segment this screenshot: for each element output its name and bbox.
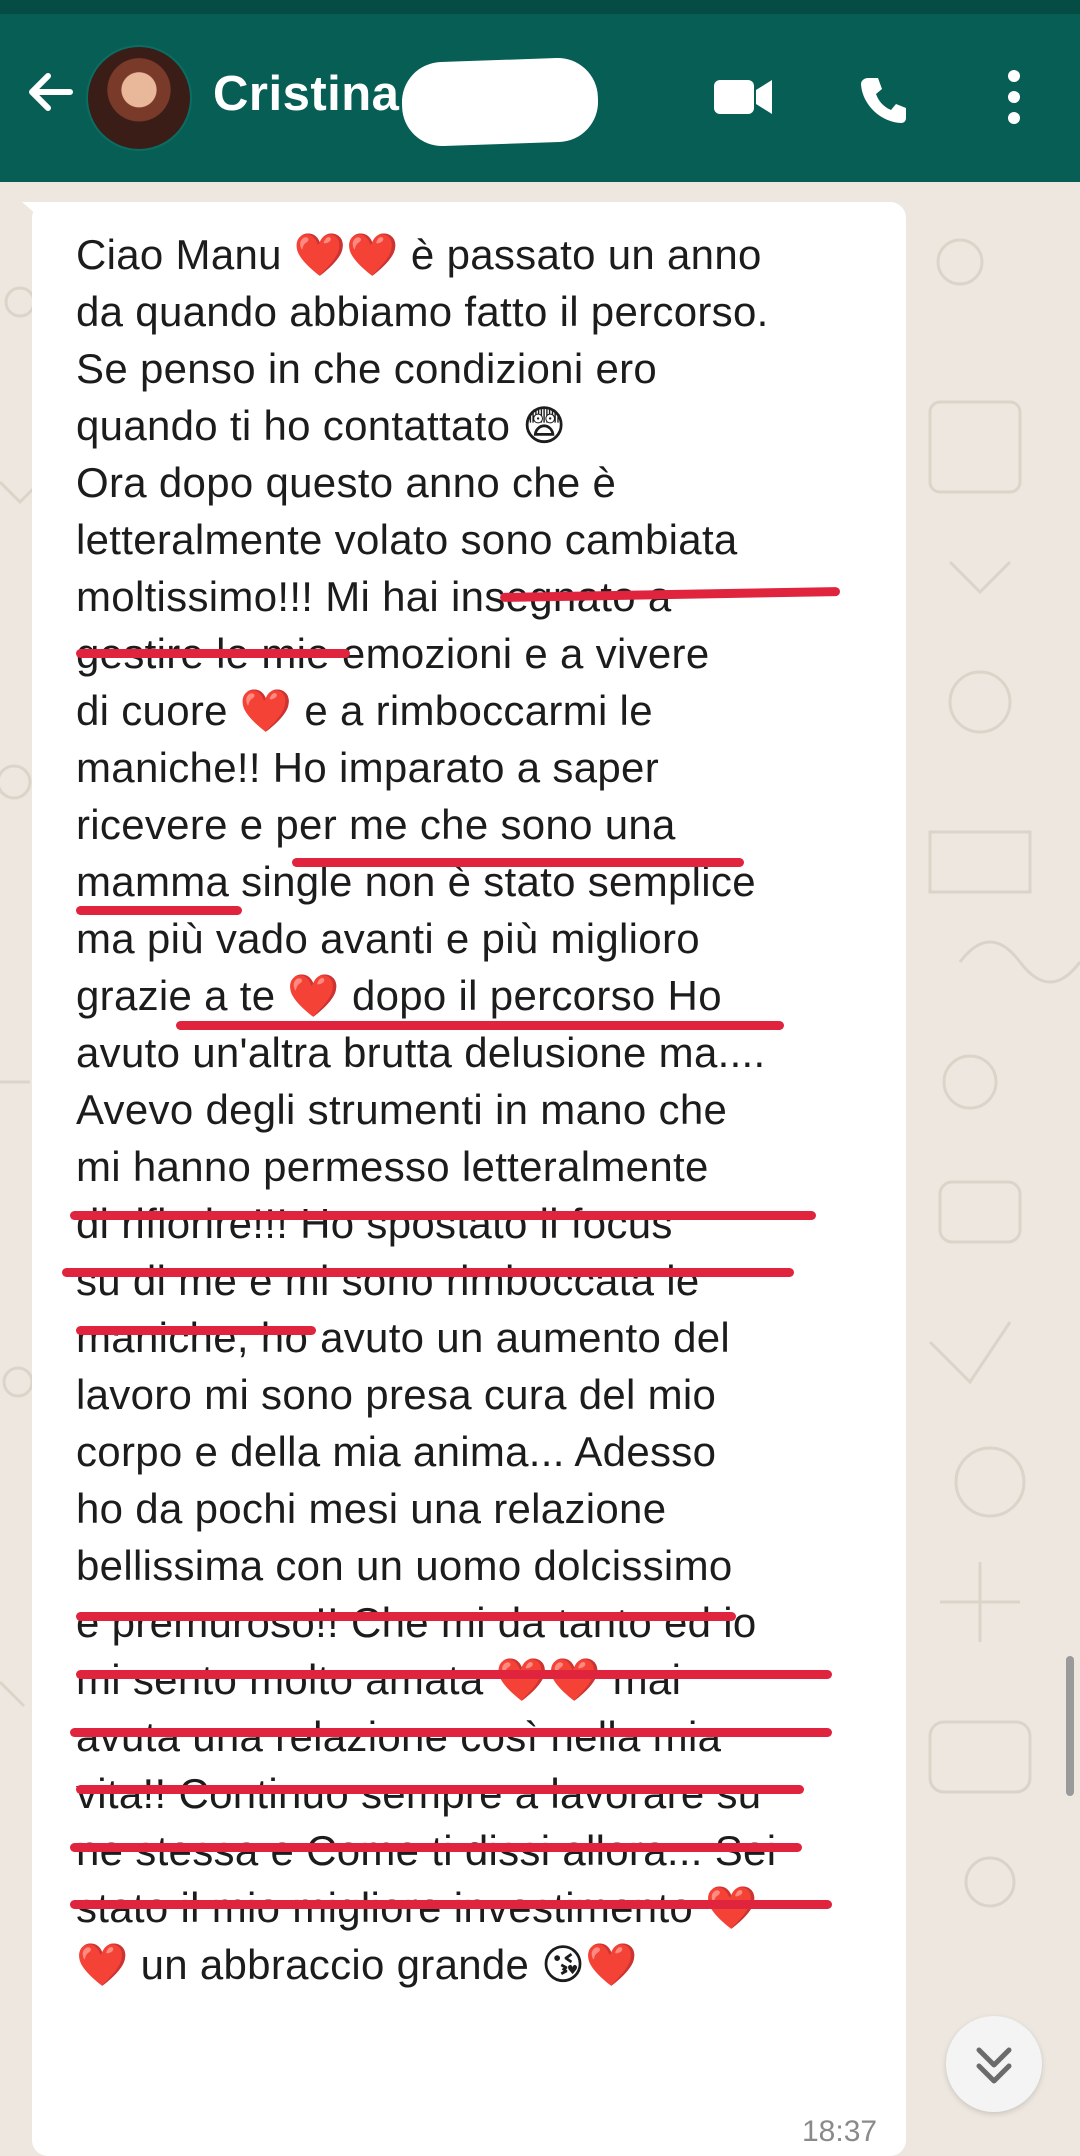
message-line: grazie a te ❤️ dopo il percorso Ho	[76, 972, 722, 1019]
message-line: letteralmente volato sono cambiata	[76, 516, 738, 563]
back-arrow-icon[interactable]	[20, 62, 80, 122]
highlight-underline	[76, 906, 242, 915]
message-line: Ciao Manu ❤️❤️ è passato un anno	[76, 231, 762, 278]
highlight-underline	[62, 1268, 794, 1277]
highlight-underline	[76, 649, 350, 658]
contact-name[interactable]: Cristina	[213, 66, 399, 122]
message-line: di rifiorire!!! Ho spostato il focus	[76, 1200, 673, 1247]
message-timestamp: 18:37	[802, 2115, 878, 2148]
message-line: corpo e della mia anima... Adesso	[76, 1428, 717, 1475]
more-vert-icon[interactable]	[998, 68, 1030, 126]
highlight-underline	[176, 1021, 784, 1030]
message-line: lavoro mi sono presa cura del mio	[76, 1371, 717, 1418]
scroll-to-bottom-button[interactable]	[946, 2016, 1042, 2112]
highlight-underline	[76, 1785, 804, 1794]
highlight-underline	[292, 858, 744, 867]
chat-header: Cristina	[0, 0, 1080, 182]
message-line: ho da pochi mesi una relazione	[76, 1485, 667, 1532]
message-line: Ora dopo questo anno che è	[76, 459, 617, 506]
message-line: e premuroso!! Che mi da tanto ed io	[76, 1599, 757, 1646]
message-line: quando ti ho contattato 😨	[76, 402, 567, 449]
message-line: di cuore ❤️ e a rimboccarmi le	[76, 687, 653, 734]
message-line: ❤️ un abbraccio grande 😘❤️	[76, 1941, 638, 1988]
message-line: ricevere e per me che sono una	[76, 801, 676, 848]
highlight-underline	[76, 1612, 736, 1621]
message-line: Se penso in che condizioni ero	[76, 345, 658, 392]
redaction-mark	[400, 56, 600, 148]
highlight-underline	[70, 1900, 832, 1909]
phone-icon[interactable]	[858, 74, 910, 126]
message-line: mi hanno permesso letteralmente	[76, 1143, 709, 1190]
scrollbar-thumb[interactable]	[1066, 1656, 1074, 1796]
message-line: avuto un'altra brutta delusione ma....	[76, 1029, 766, 1076]
highlight-underline	[76, 1326, 316, 1335]
message-line: maniche, ho avuto un aumento del	[76, 1314, 731, 1361]
highlight-underline	[70, 1843, 802, 1852]
status-bar	[0, 0, 1080, 14]
highlight-underline	[76, 1670, 832, 1679]
message-line: Avevo degli strumenti in mano che	[76, 1086, 728, 1133]
video-call-icon[interactable]	[712, 74, 774, 120]
message-line: bellissima con un uomo dolcissimo	[76, 1542, 733, 1589]
contact-avatar[interactable]	[86, 45, 192, 151]
message-line: mi sento molto amata ❤️❤️ mai	[76, 1656, 682, 1703]
highlight-underline	[70, 1211, 816, 1220]
message-line: ma più vado avanti e più miglioro	[76, 915, 700, 962]
scroll-down-icon	[976, 2047, 1012, 2084]
message-line: maniche!! Ho imparato a saper	[76, 744, 659, 791]
highlight-underline	[70, 1728, 832, 1737]
message-line: da quando abbiamo fatto il percorso.	[76, 288, 769, 335]
message-line: su di me e mi sono rimboccata le	[76, 1257, 700, 1304]
